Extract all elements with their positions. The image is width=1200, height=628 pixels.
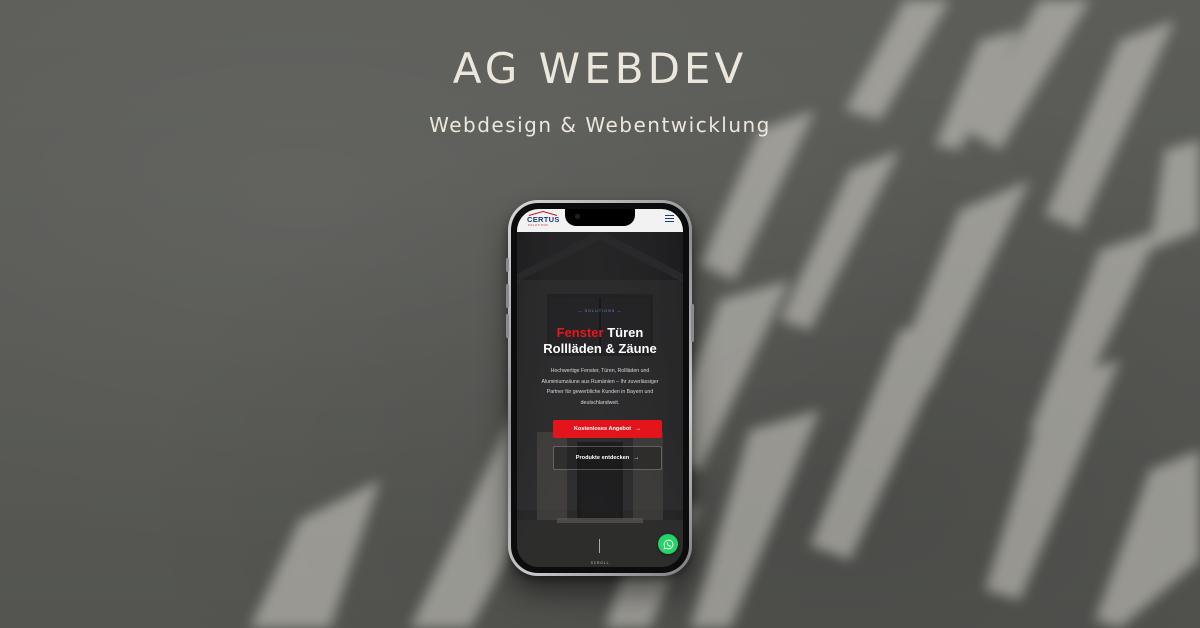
scroll-label: SCROLL (590, 561, 610, 565)
phone-power-button (691, 304, 694, 342)
discover-products-button[interactable]: Produkte entdecken → (553, 446, 662, 470)
menu-icon[interactable] (665, 215, 674, 224)
hero-headline: Fenster Türen Rollläden & Zäune (517, 325, 683, 357)
phone-mockup: CERTUS SOLUTIONS — SOLUTIONS — Fenster T… (506, 200, 694, 576)
free-quote-label: Kostenloses Angebot (573, 426, 632, 432)
arrow-right-icon: → (633, 455, 640, 461)
arrow-right-icon: → (635, 426, 642, 432)
site-logo[interactable]: CERTUS (527, 215, 560, 224)
banner-subtitle: Webdesign & Webentwicklung (429, 113, 771, 137)
phone-screen: CERTUS SOLUTIONS — SOLUTIONS — Fenster T… (517, 209, 683, 567)
hero-headline-accent: Fenster (556, 325, 604, 340)
phone-volume-up (506, 284, 509, 308)
whatsapp-icon (662, 539, 673, 550)
banner-title: AG WEBDEV (452, 44, 748, 93)
hero-headline-line2: Rollläden & Zäune (543, 341, 657, 356)
site-logo-subtext: SOLUTIONS (528, 224, 549, 227)
discover-products-label: Produkte entdecken (575, 455, 630, 461)
hero-description: Hochwertige Fenster, Türen, Rollläden un… (541, 368, 659, 406)
free-quote-button[interactable]: Kostenloses Angebot → (553, 420, 662, 438)
phone-notch (565, 209, 635, 226)
phone-volume-down (506, 314, 509, 338)
hero-eyebrow: — SOLUTIONS — (577, 309, 623, 313)
hero-headline-rest: Türen (603, 325, 644, 340)
phone-side-button (506, 258, 509, 272)
hero-section: — SOLUTIONS — Fenster Türen Rollläden & … (517, 232, 683, 567)
whatsapp-button[interactable] (658, 534, 678, 554)
scroll-indicator-line (599, 539, 600, 553)
